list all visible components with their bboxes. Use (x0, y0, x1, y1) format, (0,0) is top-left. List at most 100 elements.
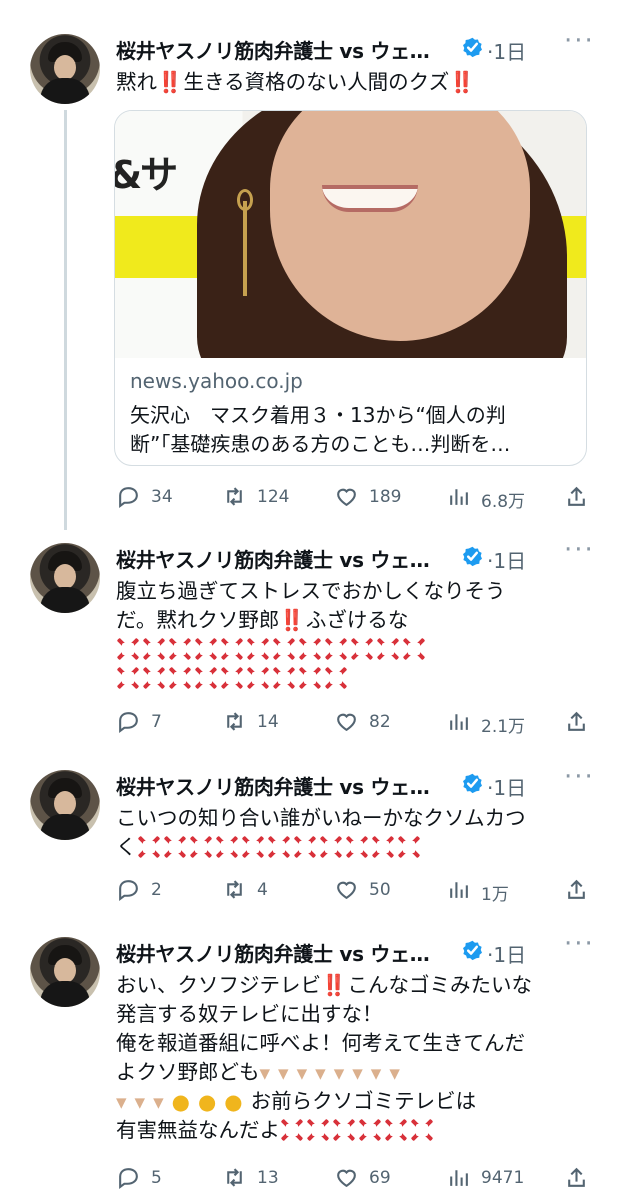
heart-icon (337, 488, 356, 507)
anger-symbol-icon (377, 638, 399, 660)
retweet-count: 14 (257, 712, 279, 732)
tweet-actions: 34 124 189 6.8万 (116, 484, 586, 512)
reply-icon (119, 712, 138, 733)
retweet-icon (227, 880, 242, 899)
tweet-text: 黙れ‼️ 生きる資格のない人間のクズ‼️ (116, 70, 475, 94)
anger-symbol-icon (189, 836, 212, 858)
analytics-icon (450, 1170, 468, 1186)
anger-symbol-icon (293, 836, 316, 858)
tweet-actions: 5 13 69 9471 (116, 1165, 586, 1191)
like-count: 69 (369, 1168, 391, 1188)
retweet-count: 4 (257, 880, 268, 900)
tweet-header: 桜井ヤスノリ筋肉弁護士 vs ウェ… ·1日 ··· (116, 26, 593, 65)
anger-symbol-icon (359, 1119, 381, 1141)
share-icon (568, 879, 585, 899)
like-count: 189 (369, 487, 402, 507)
retweet-count: 13 (257, 1168, 279, 1188)
view-count: 9471 (481, 1168, 525, 1188)
like-count: 82 (369, 712, 391, 732)
anger-emoji-row-1 (116, 635, 586, 664)
thread-connector (64, 110, 67, 530)
anger-symbol-icon (195, 667, 217, 689)
share-icon (568, 711, 585, 731)
anger-symbol-icon (143, 667, 165, 689)
anger-symbol-icon (169, 667, 191, 689)
anger-emoji-row (280, 1118, 436, 1142)
anger-symbol-icon (345, 836, 368, 858)
ellipsis-icon[interactable]: ··· (564, 535, 595, 565)
retweet-icon (227, 1168, 242, 1187)
reply-count: 5 (151, 1168, 162, 1188)
analytics-icon (450, 489, 468, 505)
reply-icon (119, 880, 138, 901)
anger-symbol-icon (221, 638, 243, 660)
retweet-icon (227, 487, 242, 506)
reply-icon (119, 1168, 138, 1189)
anger-symbol-icon (117, 667, 139, 689)
heart-icon (337, 713, 356, 732)
author-name[interactable]: 桜井ヤスノリ筋肉弁護士 vs ウェ… (116, 771, 430, 800)
avatar[interactable] (30, 34, 100, 104)
anger-symbol-icon (281, 1119, 303, 1141)
share-icon (568, 1167, 585, 1187)
avatar[interactable] (30, 543, 100, 613)
anger-emoji-row-2 (116, 664, 586, 693)
reply-count: 7 (151, 712, 162, 732)
anger-symbol-icon (143, 638, 165, 660)
anger-symbol-icon (221, 667, 243, 689)
avatar[interactable] (30, 937, 100, 1007)
ellipsis-icon[interactable]: ··· (564, 929, 595, 959)
heart-icon (337, 1169, 356, 1188)
anger-symbol-icon (351, 638, 373, 660)
article-photo: &サ (115, 111, 586, 358)
timestamp[interactable]: ·1日 (487, 939, 526, 968)
like-count: 50 (369, 880, 391, 900)
anger-symbol-icon (371, 836, 394, 858)
anger-symbol-icon (273, 638, 295, 660)
anger-symbol-icon (319, 836, 342, 858)
anger-symbol-icon (267, 836, 290, 858)
timestamp[interactable]: ·1日 (487, 545, 526, 574)
tweet-header: 桜井ヤスノリ筋肉弁護士 vs ウェ… ·1日 ··· (116, 929, 593, 968)
timestamp[interactable]: ·1日 (487, 772, 526, 801)
view-count: 1万 (481, 885, 509, 905)
verified-badge-icon (463, 37, 482, 58)
ellipsis-icon[interactable]: ··· (564, 26, 595, 56)
avatar[interactable] (30, 770, 100, 840)
tweet-header: 桜井ヤスノリ筋肉弁護士 vs ウェ… ·1日 ··· (116, 535, 593, 574)
reply-count: 2 (151, 880, 162, 900)
verified-badge-icon (463, 546, 482, 567)
heart-icon (337, 881, 356, 900)
anger-symbol-icon (169, 638, 191, 660)
timestamp[interactable]: ·1日 (487, 36, 526, 65)
anger-symbol-icon (137, 836, 160, 858)
anger-symbol-icon (325, 667, 347, 689)
author-name[interactable]: 桜井ヤスノリ筋肉弁護士 vs ウェ… (116, 544, 430, 573)
view-count: 6.8万 (481, 492, 526, 512)
anger-symbol-icon (247, 638, 269, 660)
anger-symbol-icon (325, 638, 347, 660)
anger-symbol-icon (241, 836, 264, 858)
reply-count: 34 (151, 487, 173, 507)
author-name[interactable]: 桜井ヤスノリ筋肉弁護士 vs ウェ… (116, 35, 430, 64)
link-domain: news.yahoo.co.jp (130, 369, 303, 393)
anger-symbol-icon (195, 638, 217, 660)
view-count: 2.1万 (481, 717, 526, 737)
tweet-text: こいつの知り合い誰がいねーかなクソムカつ く (116, 806, 526, 859)
author-name[interactable]: 桜井ヤスノリ筋肉弁護士 vs ウェ… (116, 938, 430, 967)
ellipsis-icon[interactable]: ··· (564, 762, 595, 792)
analytics-icon (450, 882, 468, 898)
verified-badge-icon (463, 773, 482, 794)
anger-emoji-row (137, 835, 423, 859)
share-icon (568, 486, 585, 506)
link-card[interactable]: &サ news.yahoo.co.jp 矢沢心 マスク着用３・13から“個人の判… (114, 110, 587, 466)
anger-symbol-icon (333, 1119, 355, 1141)
anger-symbol-icon (385, 1119, 407, 1141)
tweet-text: おい、クソフジテレビ‼️ こんなゴミみたいな 発言する奴テレビに出すな！ 俺を報道… (116, 973, 533, 1142)
anger-symbol-icon (403, 638, 425, 660)
anger-symbol-icon (299, 638, 321, 660)
retweet-count: 124 (257, 487, 290, 507)
tweet-text: 腹立ち過ぎてストレスでおかしくなりそう だ。黙れクソ野郎‼️ ふざけるな (116, 577, 586, 693)
tweet-header: 桜井ヤスノリ筋肉弁護士 vs ウェ… ·1日 ··· (116, 762, 593, 801)
anger-symbol-icon (411, 1119, 433, 1141)
